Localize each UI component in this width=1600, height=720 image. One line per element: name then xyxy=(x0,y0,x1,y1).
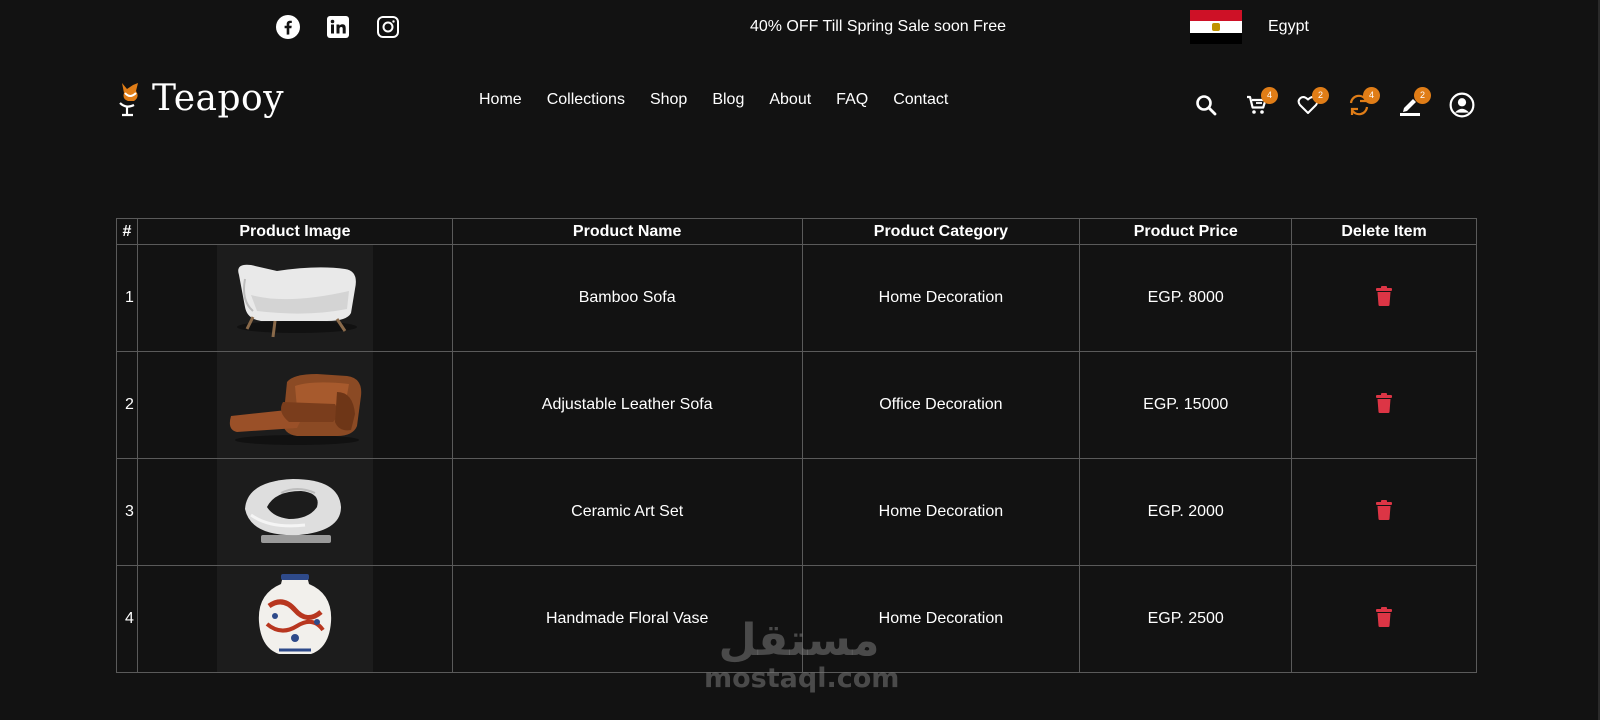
product-image-floral-vase[interactable] xyxy=(216,566,373,672)
top-bar: 40% OFF Till Spring Sale soon Free Egypt xyxy=(0,0,1600,56)
product-category-cell: Home Decoration xyxy=(801,244,1081,352)
wishlist-button[interactable]: 2 xyxy=(1296,87,1347,119)
edit-button[interactable]: 2 xyxy=(1398,87,1449,119)
nav-contact[interactable]: Contact xyxy=(893,91,948,109)
nav-faq[interactable]: FAQ xyxy=(836,91,868,109)
header-product-name: Product Name xyxy=(451,218,803,245)
watermark-arabic: مستقل xyxy=(718,615,880,666)
delete-cell xyxy=(1291,565,1477,673)
row-number: 4 xyxy=(116,565,138,673)
table-row: 2 Adjustable Leather Sofa Office Decorat… xyxy=(116,351,1477,459)
header-product-image: Product Image xyxy=(136,218,453,245)
header-product-category: Product Category xyxy=(801,218,1081,245)
egypt-flag-icon[interactable] xyxy=(1190,10,1242,44)
product-image-white-armchair[interactable] xyxy=(216,245,373,351)
product-category-cell: Office Decoration xyxy=(801,351,1081,459)
product-image-ceramic-sculpture[interactable] xyxy=(216,459,373,565)
instagram-icon[interactable] xyxy=(376,15,400,39)
row-number: 2 xyxy=(116,351,138,459)
search-button[interactable] xyxy=(1194,91,1245,119)
delete-cell xyxy=(1291,244,1477,352)
compare-button[interactable]: 4 xyxy=(1347,87,1398,119)
main-nav: Home Collections Shop Blog About FAQ Con… xyxy=(479,91,948,109)
country-label[interactable]: Egypt xyxy=(1268,18,1309,36)
nav-about[interactable]: About xyxy=(769,91,811,109)
nav-collections[interactable]: Collections xyxy=(547,91,625,109)
product-category-cell: Home Decoration xyxy=(801,458,1081,566)
header-delete-item: Delete Item xyxy=(1291,218,1477,245)
compare-count-badge: 4 xyxy=(1363,87,1380,104)
trash-icon[interactable] xyxy=(1375,606,1393,627)
nav-blog[interactable]: Blog xyxy=(712,91,744,109)
product-price-cell: EGP. 2500 xyxy=(1079,565,1293,673)
delete-cell xyxy=(1291,351,1477,459)
product-name-cell: Ceramic Art Set xyxy=(451,458,803,566)
trash-icon[interactable] xyxy=(1375,285,1393,306)
search-icon xyxy=(1196,95,1217,116)
table-row: 3 Ceramic Art Set Home Decoration EGP. 2… xyxy=(116,458,1477,566)
row-number: 3 xyxy=(116,458,138,566)
logo-mark-icon xyxy=(119,82,138,116)
header-number: # xyxy=(116,218,138,245)
product-image-cell xyxy=(136,565,453,673)
delete-cell xyxy=(1291,458,1477,566)
linkedin-icon[interactable] xyxy=(326,15,350,39)
nav-home[interactable]: Home xyxy=(479,91,522,109)
header-actions: 4 2 4 2 xyxy=(1194,87,1500,119)
trash-icon[interactable] xyxy=(1375,499,1393,520)
promo-text: 40% OFF Till Spring Sale soon Free xyxy=(749,18,1007,35)
logo[interactable]: Teapoy xyxy=(116,78,284,119)
edit-count-badge: 2 xyxy=(1414,87,1431,104)
nav-shop[interactable]: Shop xyxy=(650,91,687,109)
cart-button[interactable]: 4 xyxy=(1245,87,1296,119)
product-price-cell: EGP. 8000 xyxy=(1079,244,1293,352)
account-button[interactable] xyxy=(1449,91,1500,119)
user-icon xyxy=(1449,92,1475,118)
product-image-leather-recliner[interactable] xyxy=(216,352,373,458)
table-header-row: # Product Image Product Name Product Cat… xyxy=(116,218,1477,245)
cart-table: # Product Image Product Name Product Cat… xyxy=(116,218,1477,673)
product-image-cell xyxy=(136,458,453,566)
product-image-cell xyxy=(136,244,453,352)
product-image-cell xyxy=(136,351,453,459)
row-number: 1 xyxy=(116,244,138,352)
watermark: مستقل mostaql.com xyxy=(704,615,900,694)
product-price-cell: EGP. 15000 xyxy=(1079,351,1293,459)
facebook-icon[interactable] xyxy=(276,15,300,39)
product-price-cell: EGP. 2000 xyxy=(1079,458,1293,566)
trash-icon[interactable] xyxy=(1375,392,1393,413)
logo-text: Teapoy xyxy=(152,78,285,119)
table-row: 1 Bamboo Sofa Home Decoration EGP. 8000 xyxy=(116,244,1477,352)
product-name-cell: Adjustable Leather Sofa xyxy=(451,351,803,459)
watermark-latin: mostaql.com xyxy=(704,663,900,694)
social-links xyxy=(276,15,400,39)
header-product-price: Product Price xyxy=(1079,218,1293,245)
cart-count-badge: 4 xyxy=(1261,87,1278,104)
wishlist-count-badge: 2 xyxy=(1312,87,1329,104)
product-name-cell: Bamboo Sofa xyxy=(451,244,803,352)
